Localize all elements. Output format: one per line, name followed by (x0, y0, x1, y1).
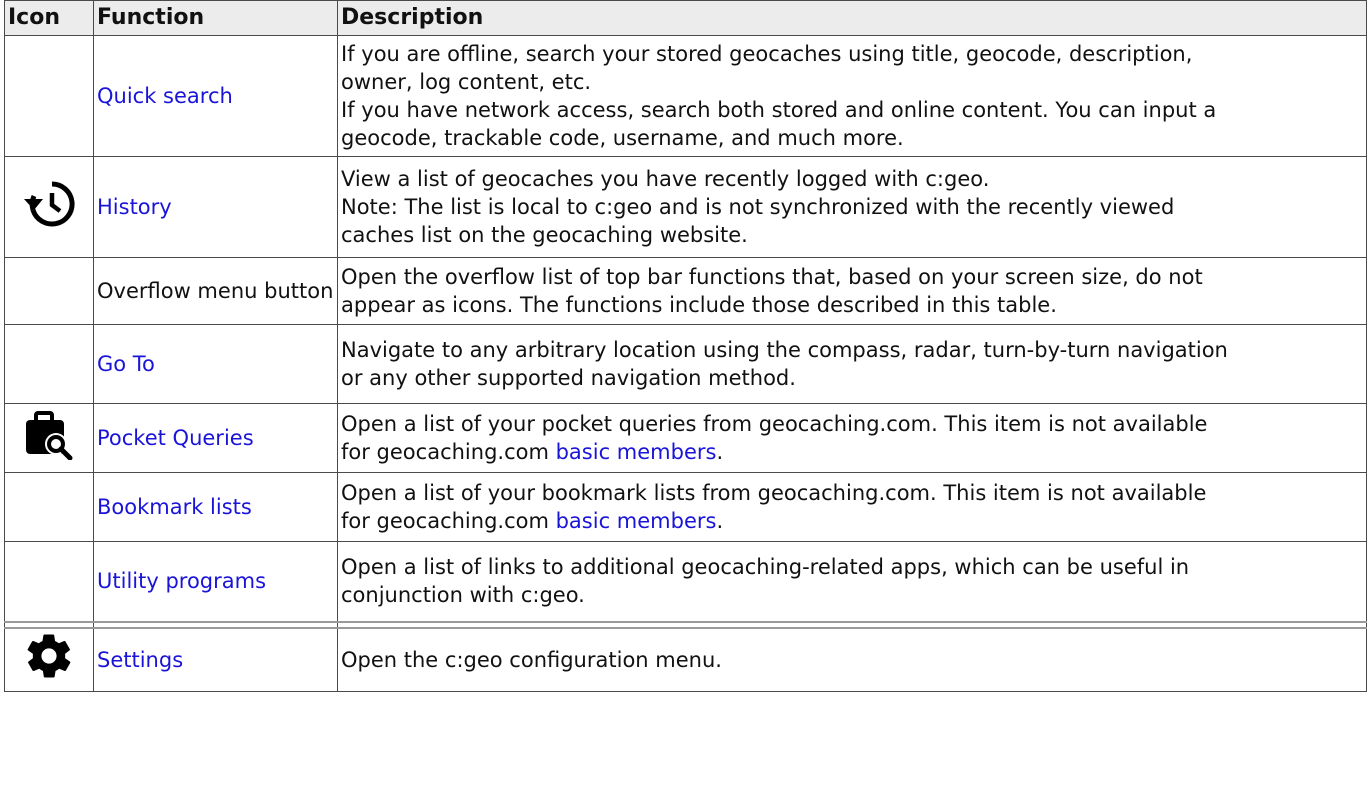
description-cell: Navigate to any arbitrary location using… (337, 324, 1367, 404)
description-text: Open the c:geo configuration menu. (341, 647, 722, 672)
description-text-part: . (716, 509, 724, 533)
description-text: appear as icons. The functions include t… (341, 293, 1057, 317)
description-text: for geocaching.com basic members. (341, 507, 1366, 535)
table-header-row: Icon Function Description (4, 0, 1367, 36)
column-header-description: Description (337, 0, 1367, 36)
table-row: Go To Navigate to any arbitrary location… (4, 324, 1367, 404)
table-row: Pocket Queries Open a list of your pocke… (4, 403, 1367, 473)
pocket-queries-link[interactable]: Pocket Queries (97, 426, 254, 450)
description-text: If you have network access, search both … (341, 98, 1217, 122)
description-cell: Open a list of your pocket queries from … (337, 403, 1367, 473)
description-cell: Open a list of links to additional geoca… (337, 541, 1367, 622)
description-text: Open a list of your bookmark lists from … (341, 481, 1207, 505)
icon-cell (4, 156, 94, 258)
overflow-menu-label: Overflow menu button (97, 279, 334, 303)
function-cell: Utility programs (93, 541, 338, 622)
function-cell: Bookmark lists (93, 472, 338, 542)
description-text: caches list on the geocaching website. (341, 223, 748, 247)
history-link[interactable]: History (97, 195, 172, 219)
column-header-icon: Icon (4, 0, 94, 36)
description-text-part: for geocaching.com (341, 509, 556, 533)
description-cell: If you are offline, search your stored g… (337, 35, 1367, 157)
description-text: owner, log content, etc. (341, 70, 592, 94)
function-cell: Quick search (93, 35, 338, 157)
icon-cell (4, 324, 94, 404)
pocket-query-search-icon (23, 410, 75, 467)
settings-link[interactable]: Settings (97, 648, 183, 672)
table-row: Quick search If you are offline, search … (4, 35, 1367, 157)
description-text: If you are offline, search your stored g… (341, 42, 1193, 66)
description-text: conjunction with c:geo. (341, 583, 585, 608)
table-row: Overflow menu button Open the overflow l… (4, 257, 1367, 325)
description-text-part: . (716, 440, 724, 464)
go-to-link[interactable]: Go To (97, 352, 155, 376)
description-cell: Open a list of your bookmark lists from … (337, 472, 1367, 542)
description-text: for geocaching.com basic members. (341, 438, 1366, 466)
function-cell: Go To (93, 324, 338, 404)
table-row: Bookmark lists Open a list of your bookm… (4, 472, 1367, 542)
table-row: Settings Open the c:geo configuration me… (4, 627, 1367, 692)
utility-programs-link[interactable]: Utility programs (97, 569, 266, 593)
function-cell: History (93, 156, 338, 258)
function-cell: Settings (93, 627, 338, 692)
description-text: or any other supported navigation method… (341, 366, 796, 390)
history-icon (23, 180, 75, 234)
icon-cell (4, 257, 94, 325)
page: Icon Function Description Quick search I… (4, 0, 1367, 692)
bookmark-lists-link[interactable]: Bookmark lists (97, 495, 252, 519)
gear-icon (23, 630, 75, 689)
description-cell: View a list of geocaches you have recent… (337, 156, 1367, 258)
basic-members-link[interactable]: basic members (556, 440, 717, 464)
description-text: Open the overflow list of top bar functi… (341, 265, 1203, 289)
function-cell: Pocket Queries (93, 403, 338, 473)
column-header-function: Function (93, 0, 338, 36)
functions-table: Icon Function Description Quick search I… (4, 0, 1367, 692)
description-text: Navigate to any arbitrary location using… (341, 338, 1228, 362)
icon-cell (4, 541, 94, 622)
table-row: History View a list of geocaches you hav… (4, 156, 1367, 258)
description-text: geocode, trackable code, username, and m… (341, 126, 904, 150)
description-text: View a list of geocaches you have recent… (341, 167, 990, 191)
description-text: Note: The list is local to c:geo and is … (341, 195, 1175, 219)
description-text-part: for geocaching.com (341, 440, 556, 464)
description-cell: Open the overflow list of top bar functi… (337, 257, 1367, 325)
description-text: Open a list of links to additional geoca… (341, 555, 1190, 580)
icon-cell (4, 472, 94, 542)
table-row: Utility programs Open a list of links to… (4, 541, 1367, 622)
icon-cell (4, 35, 94, 157)
quick-search-link[interactable]: Quick search (97, 84, 233, 108)
description-cell: Open the c:geo configuration menu. (337, 627, 1367, 692)
icon-cell (4, 403, 94, 473)
function-cell: Overflow menu button (93, 257, 338, 325)
basic-members-link[interactable]: basic members (556, 509, 717, 533)
icon-cell (4, 627, 94, 692)
description-text: Open a list of your pocket queries from … (341, 412, 1208, 436)
